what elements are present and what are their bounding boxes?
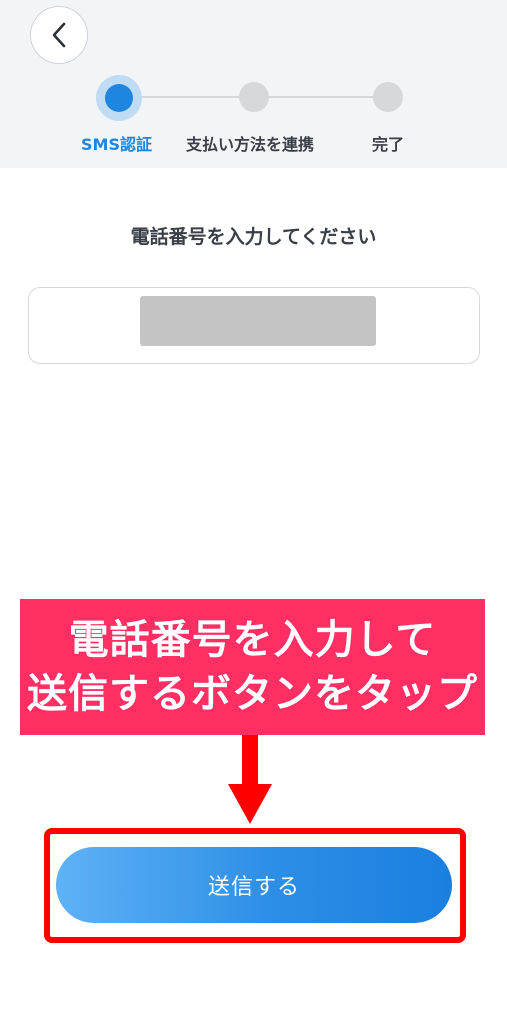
step-indicator-payment [239,82,269,112]
progress-header: SMS認証 支払い方法を連携 完了 [0,0,507,168]
chevron-left-icon [51,22,67,48]
callout-line-2: 送信するボタンをタップ [27,671,478,717]
phone-prompt: 電話番号を入力してください [130,226,377,248]
step-indicator-sms [96,75,142,121]
stepper-connector [262,96,386,98]
sms-auth-screen: SMS認証 支払い方法を連携 完了 電話番号を入力してください 電話番号を入力し… [0,0,507,1024]
redacted-phone-value [140,296,376,346]
callout-line-1: 電話番号を入力して [68,617,437,663]
phone-number-input[interactable] [28,287,480,364]
down-arrow-icon [242,735,258,787]
step-label-sms: SMS認証 [81,135,152,154]
arrow-head-icon [228,784,272,824]
step-label-complete: 完了 [372,135,405,154]
send-button[interactable]: 送信する [56,847,452,923]
back-button[interactable] [30,6,88,64]
step-indicator-complete [373,82,403,112]
stepper-connector [128,96,252,98]
instruction-callout: 電話番号を入力して 送信するボタンをタップ [20,599,485,735]
step-label-payment: 支払い方法を連携 [186,135,315,154]
